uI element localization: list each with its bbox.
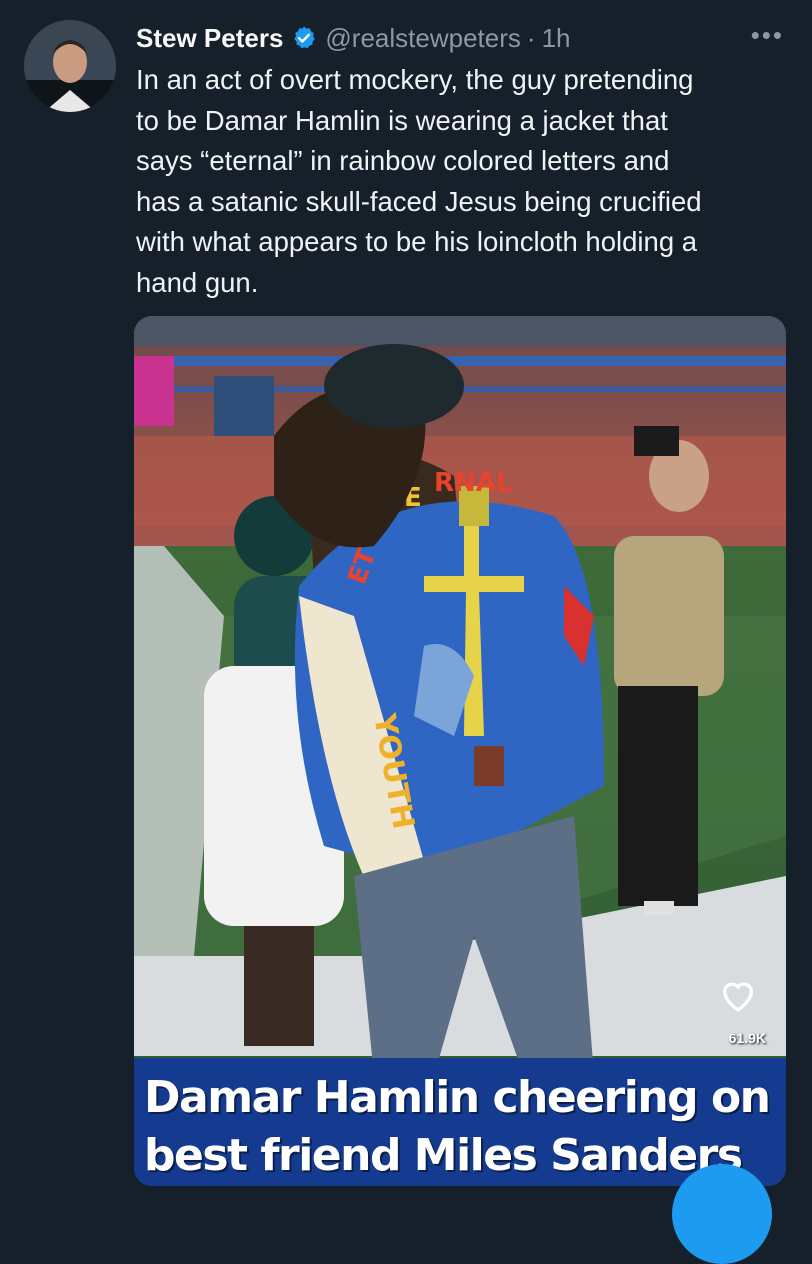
caption-line-2: best friend Miles Sanders	[144, 1130, 743, 1181]
verified-badge-icon	[291, 25, 317, 51]
stadium-photo: ET E RNAL YOUTH	[134, 316, 786, 1186]
tweet-media[interactable]: ET E RNAL YOUTH 61.9K 455 Damar Hamlin c…	[134, 316, 786, 1186]
author-handle[interactable]: @realstewpeters	[325, 23, 520, 54]
like-count: 61.9K	[728, 1030, 766, 1046]
svg-text:RNAL: RNAL	[434, 468, 512, 498]
like-icon[interactable]	[718, 976, 758, 1014]
tweet-text: In an act of overt mockery, the guy pret…	[136, 64, 702, 298]
tweet-time[interactable]: 1h	[542, 23, 571, 54]
avatar[interactable]	[24, 20, 116, 112]
video-caption: Damar Hamlin cheering on best friend Mil…	[134, 1058, 786, 1186]
more-options-icon[interactable]: •••	[751, 20, 784, 50]
caption-line-1: Damar Hamlin cheering on	[144, 1072, 771, 1123]
separator: ·	[526, 22, 536, 53]
author-name[interactable]: Stew Peters	[136, 23, 283, 54]
tweet-header: Stew Peters @realstewpeters · 1h •••	[136, 20, 792, 56]
compose-button[interactable]	[672, 1164, 772, 1264]
